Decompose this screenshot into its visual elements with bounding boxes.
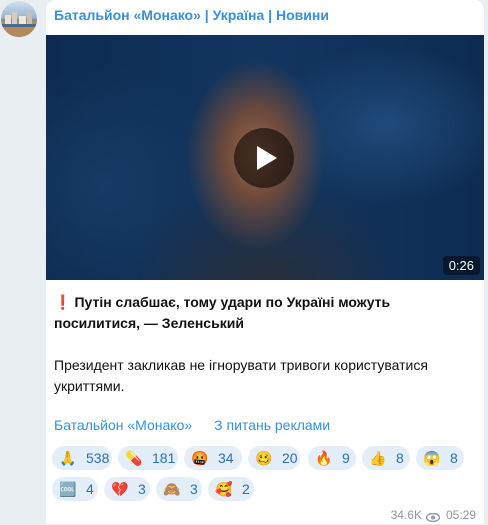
broken-heart-icon: 💔	[111, 480, 129, 497]
reaction-count: 3	[138, 481, 146, 497]
reaction-count: 181	[152, 450, 176, 466]
reaction-fire[interactable]: 🔥 9	[308, 446, 356, 470]
woozy-face-icon: 🥴	[255, 449, 273, 466]
post-title: ❗ Путін слабшає, тому удари по Україні мо…	[54, 292, 474, 334]
message-time: 05:29	[445, 508, 476, 522]
message-meta: 34.6K 05:29	[391, 508, 476, 522]
reaction-see-no-evil[interactable]: 🙈 3	[156, 477, 202, 501]
play-icon[interactable]	[234, 128, 294, 188]
exclamation-icon: ❗	[54, 294, 72, 310]
view-count: 34.6K	[390, 508, 422, 522]
reaction-count: 2	[242, 481, 250, 497]
eye-icon	[425, 511, 441, 522]
pray-icon: 🙏	[59, 449, 77, 466]
video-player[interactable]: 0:26	[46, 35, 484, 280]
screaming-face-icon: 😱	[423, 449, 441, 466]
reaction-count: 20	[282, 450, 298, 466]
thumbs-up-icon: 👍	[369, 449, 387, 466]
fire-icon: 🔥	[315, 449, 333, 466]
channel-name[interactable]: Батальйон «Монако» | Україна | Новини	[54, 7, 329, 23]
reaction-count: 538	[86, 450, 110, 466]
reaction-cool[interactable]: 🆒 4	[52, 477, 98, 501]
reaction-pill[interactable]: 💊 181	[118, 446, 178, 470]
reaction-count: 4	[86, 481, 94, 497]
video-duration: 0:26	[442, 256, 480, 275]
reaction-count: 8	[396, 450, 404, 466]
reaction-cursing[interactable]: 🤬 34	[184, 446, 242, 470]
reaction-pray[interactable]: 🙏 538	[52, 446, 112, 470]
reaction-screaming[interactable]: 😱 8	[416, 446, 464, 470]
message-bubble: Батальйон «Монако» | Україна | Новини 0:…	[46, 0, 484, 524]
reaction-thumbs-up[interactable]: 👍 8	[362, 446, 410, 470]
ads-link[interactable]: З питань реклами	[214, 417, 330, 433]
cool-icon: 🆒	[59, 480, 77, 497]
reaction-count: 34	[218, 450, 234, 466]
reaction-count: 3	[190, 481, 198, 497]
post-links: Батальйон «Монако» З питань реклами	[54, 417, 352, 433]
smiling-hearts-icon: 🥰	[215, 480, 233, 497]
reaction-count: 8	[450, 450, 458, 466]
post-title-text: Путін слабшає, тому удари по Україні мож…	[54, 294, 391, 331]
pill-icon: 💊	[125, 449, 143, 466]
reaction-broken-heart[interactable]: 💔 3	[104, 477, 150, 501]
reaction-count: 9	[342, 450, 350, 466]
reaction-smiling-hearts[interactable]: 🥰 2	[208, 477, 254, 501]
see-no-evil-icon: 🙈	[163, 480, 181, 497]
channel-link[interactable]: Батальйон «Монако»	[54, 417, 192, 433]
channel-avatar[interactable]	[1, 1, 37, 37]
reaction-woozy[interactable]: 🥴 20	[248, 446, 300, 470]
post-body: Президент закликав не ігнорувати тривоги…	[54, 357, 428, 394]
cursing-face-icon: 🤬	[191, 449, 209, 466]
